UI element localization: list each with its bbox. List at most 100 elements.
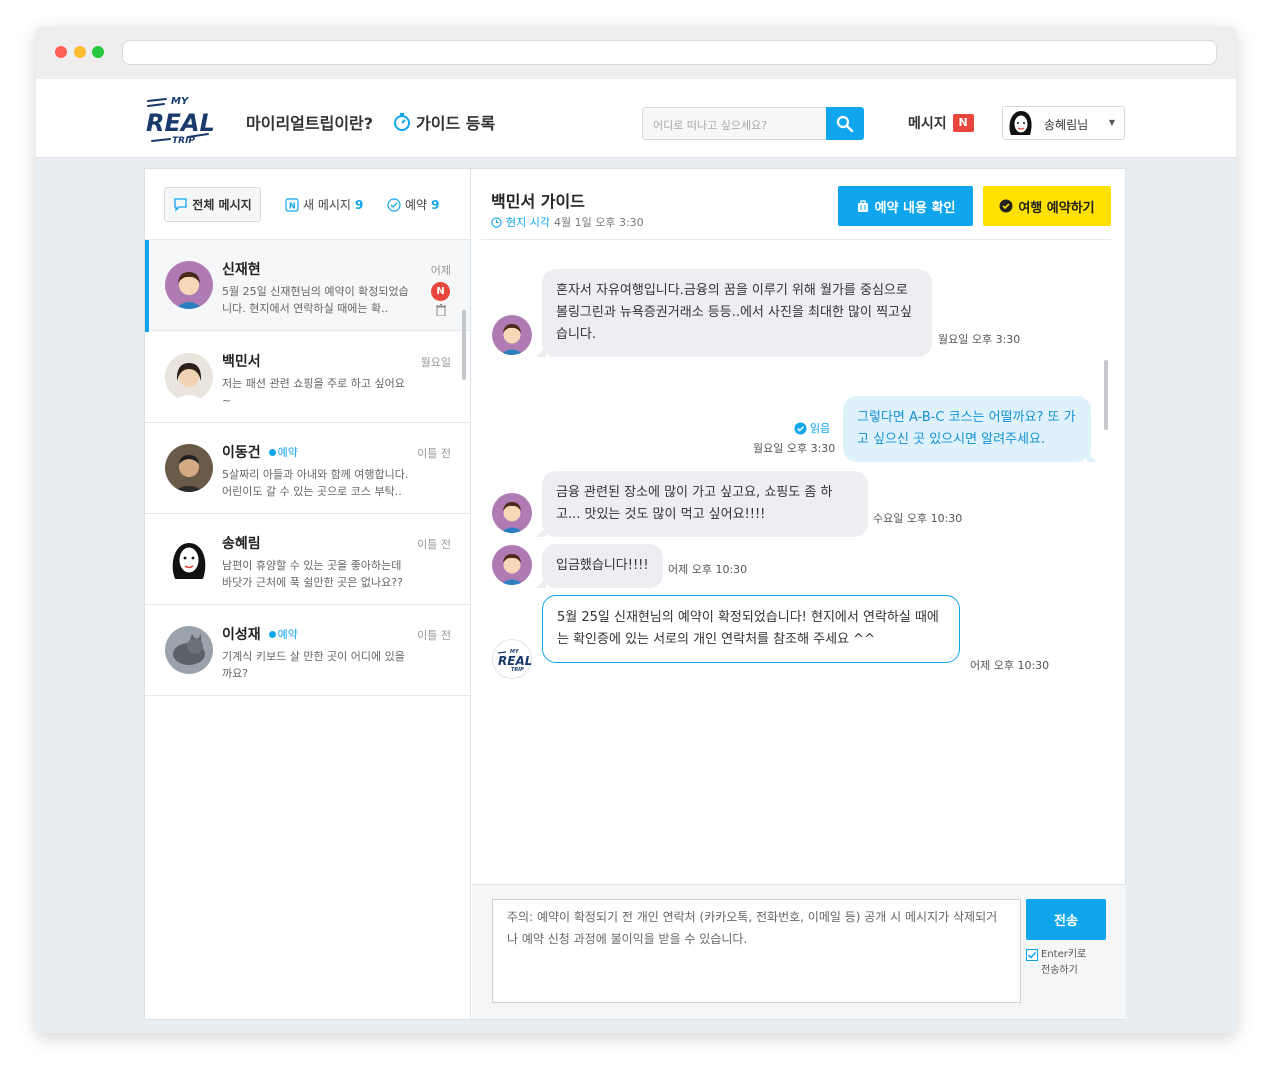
- minimize-window-button[interactable]: [74, 46, 86, 58]
- chat-title: 백민서 가이드: [491, 192, 585, 211]
- send-button[interactable]: 전송: [1026, 899, 1106, 940]
- search-input[interactable]: 어디로 떠나고 싶으세요?: [642, 107, 827, 140]
- conversation-preview: 5월 25일 신재현님의 예약이 확정되었습니다. 현지에서 연락하실 때에는 …: [222, 285, 409, 315]
- reservation-tag: 예약: [269, 444, 298, 460]
- clock-icon: [491, 216, 502, 228]
- new-message-badge: N: [952, 114, 974, 132]
- svg-text:N: N: [289, 201, 296, 210]
- tab-resv-label: 예약: [405, 198, 428, 212]
- conversation-item[interactable]: 이성재 예약 기계식 키보드 살 만한 곳이 어디에 있을까요? 이틀 전: [145, 605, 470, 696]
- messages-label: 메시지: [908, 116, 947, 132]
- tab-reservations[interactable]: 예약 9: [387, 196, 439, 213]
- conversation-time: 월요일: [420, 356, 451, 369]
- avatar: [165, 444, 213, 492]
- conversation-preview: 5살짜리 아들과 아내와 함께 여행합니다. 어린이도 갈 수 있는 곳으로 코…: [222, 468, 409, 498]
- svg-text:TRIP: TRIP: [511, 667, 524, 673]
- read-label: 읽음: [810, 422, 831, 435]
- check-circle-icon: [999, 199, 1013, 213]
- trash-icon[interactable]: [436, 304, 446, 316]
- check-reservation-label: 예약 내용 확인: [874, 200, 956, 216]
- svg-text:TRIP: TRIP: [172, 136, 195, 146]
- local-time-label: 현지 시각: [506, 216, 550, 229]
- conversation-time: 어제: [430, 264, 451, 277]
- search-icon: [836, 115, 854, 132]
- avatar: [165, 261, 213, 309]
- conversation-item[interactable]: 송혜림 남편이 휴양할 수 있는 곳을 좋아하는데 바닷가 근처에 푹 쉴만한 …: [145, 514, 470, 605]
- conversation-sidebar: 전체 메시지 N 새 메시지 9 예약 9 신재현 5월 25일 신재현님의 예…: [145, 169, 471, 1019]
- conversation-preview: 남편이 휴양할 수 있는 곳을 좋아하는데 바닷가 근처에 푹 쉴만한 곳은 없…: [222, 559, 403, 589]
- conversation-preview: 저는 패션 관련 쇼핑을 주로 하고 싶어요~: [222, 377, 405, 407]
- message-composer: 주의: 예약이 확정되기 전 개인 연락처 (카카오톡, 전화번호, 이메일 등…: [472, 884, 1126, 1019]
- avatar: [165, 353, 213, 401]
- svg-text:REAL: REAL: [146, 109, 214, 137]
- svg-text:MY: MY: [171, 96, 190, 107]
- local-time: 현지 시각 4월 1일 오후 3:30: [491, 214, 644, 230]
- svg-text:REAL: REAL: [498, 654, 532, 668]
- chevron-down-icon: ▼: [1108, 118, 1115, 127]
- chat-header: 백민서 가이드 현지 시각 4월 1일 오후 3:30 예약 내용 확인 여행 …: [481, 169, 1111, 240]
- myrealtrip-logo-avatar: MY REAL TRIP: [492, 639, 532, 679]
- nav-guide-register-link[interactable]: 가이드 등록: [392, 110, 495, 134]
- check-circle-icon: [387, 197, 401, 212]
- luggage-icon: [857, 200, 868, 212]
- chat-area: 백민서 가이드 현지 시각 4월 1일 오후 3:30 예약 내용 확인 여행 …: [472, 169, 1126, 1019]
- stopwatch-icon: [394, 113, 410, 131]
- local-time-value: 4월 1일 오후 3:30: [553, 216, 644, 229]
- message-bubble: 입금했습니다!!!!: [536, 544, 663, 588]
- conversation-time: 이틀 전: [417, 629, 451, 642]
- tab-new-count: 9: [354, 197, 364, 212]
- message-time: 어제 오후 10:30: [668, 563, 748, 576]
- message-panel: 전체 메시지 N 새 메시지 9 예약 9 신재현 5월 25일 신재현님의 예…: [144, 168, 1126, 1020]
- nav-guide-label: 가이드 등록: [416, 114, 496, 133]
- site-header: MY REAL TRIP 마이리얼트립이란? 가이드 등록 어디로 떠나고 싶으…: [36, 79, 1236, 158]
- book-trip-label: 여행 예약하기: [1018, 200, 1095, 216]
- message-time: 어제 오후 10:30: [970, 659, 1050, 672]
- maximize-window-button[interactable]: [92, 46, 104, 58]
- tab-new-label: 새 메시지: [303, 198, 351, 212]
- user-avatar: [1003, 107, 1037, 139]
- messages-nav-link[interactable]: 메시지 N: [908, 113, 974, 133]
- message-input[interactable]: 주의: 예약이 확정되기 전 개인 연락처 (카카오톡, 전화번호, 이메일 등…: [492, 899, 1021, 1003]
- conversation-name: 송혜림: [222, 536, 261, 552]
- avatar: [165, 626, 213, 674]
- reservation-tag: 예약: [269, 626, 298, 642]
- tab-all-label: 전체 메시지: [192, 198, 252, 212]
- conversation-item[interactable]: 백민서 저는 패션 관련 쇼핑을 주로 하고 싶어요~ 월요일: [145, 332, 470, 423]
- message-bubble: 혼자서 자유여행입니다.금융의 꿈을 이루기 위해 월가를 중심으로 볼링그린과…: [536, 269, 932, 357]
- user-menu-dropdown[interactable]: 송혜림님 ▼: [1002, 106, 1125, 140]
- read-receipt: 읽음: [794, 420, 830, 436]
- nav-about-link[interactable]: 마이리얼트립이란?: [246, 110, 373, 134]
- conversation-name: 이성재 예약: [222, 626, 298, 643]
- tab-resv-count: 9: [431, 197, 440, 212]
- avatar: [492, 315, 532, 355]
- address-bar[interactable]: [122, 40, 1217, 65]
- new-square-icon: N: [285, 197, 299, 212]
- search-button[interactable]: [826, 107, 864, 140]
- unread-badge: N: [431, 282, 450, 301]
- speech-bubble-icon: [174, 197, 187, 212]
- avatar: [492, 493, 532, 533]
- enter-to-send-checkbox[interactable]: [1026, 949, 1038, 961]
- conversation-item[interactable]: 신재현 5월 25일 신재현님의 예약이 확정되었습니다. 현지에서 연락하실 …: [145, 240, 470, 332]
- checkmark-icon: [1027, 951, 1037, 959]
- tab-new-messages[interactable]: N 새 메시지 9: [285, 196, 363, 213]
- close-window-button[interactable]: [55, 46, 67, 58]
- enter-to-send-label: Enter키로 전송하기: [1041, 949, 1087, 976]
- book-trip-button[interactable]: 여행 예약하기: [983, 186, 1111, 226]
- enter-to-send-option[interactable]: Enter키로 전송하기: [1026, 947, 1093, 979]
- sidebar-scrollbar[interactable]: [462, 310, 466, 380]
- myrealtrip-logo[interactable]: MY REAL TRIP: [144, 89, 214, 149]
- browser-titlebar: [36, 27, 1236, 79]
- conversation-time: 이틀 전: [417, 447, 451, 460]
- user-name: 송혜림님: [1044, 118, 1089, 132]
- conversation-item[interactable]: 이동건 예약 5살짜리 아들과 아내와 함께 여행합니다. 어린이도 갈 수 있는…: [145, 423, 470, 514]
- browser-window: MY REAL TRIP 마이리얼트립이란? 가이드 등록 어디로 떠나고 싶으…: [36, 27, 1236, 1033]
- reservation-confirmed-message: 5월 25일 신재현님의 예약이 확정되었습니다! 현지에서 연락하실 때에는 …: [542, 595, 960, 663]
- message-bubble: 그렇다면 A-B-C 코스는 어떨까요? 또 가고 싶으신 곳 있으시면 알려주…: [843, 396, 1097, 462]
- message-time: 월요일 오후 3:30: [938, 333, 1021, 346]
- check-reservation-button[interactable]: 예약 내용 확인: [838, 186, 973, 226]
- avatar: [165, 535, 213, 583]
- tab-all-messages[interactable]: 전체 메시지: [164, 187, 261, 222]
- message-filter-tabs: 전체 메시지 N 새 메시지 9 예약 9: [145, 169, 470, 240]
- chat-scrollbar[interactable]: [1104, 360, 1108, 430]
